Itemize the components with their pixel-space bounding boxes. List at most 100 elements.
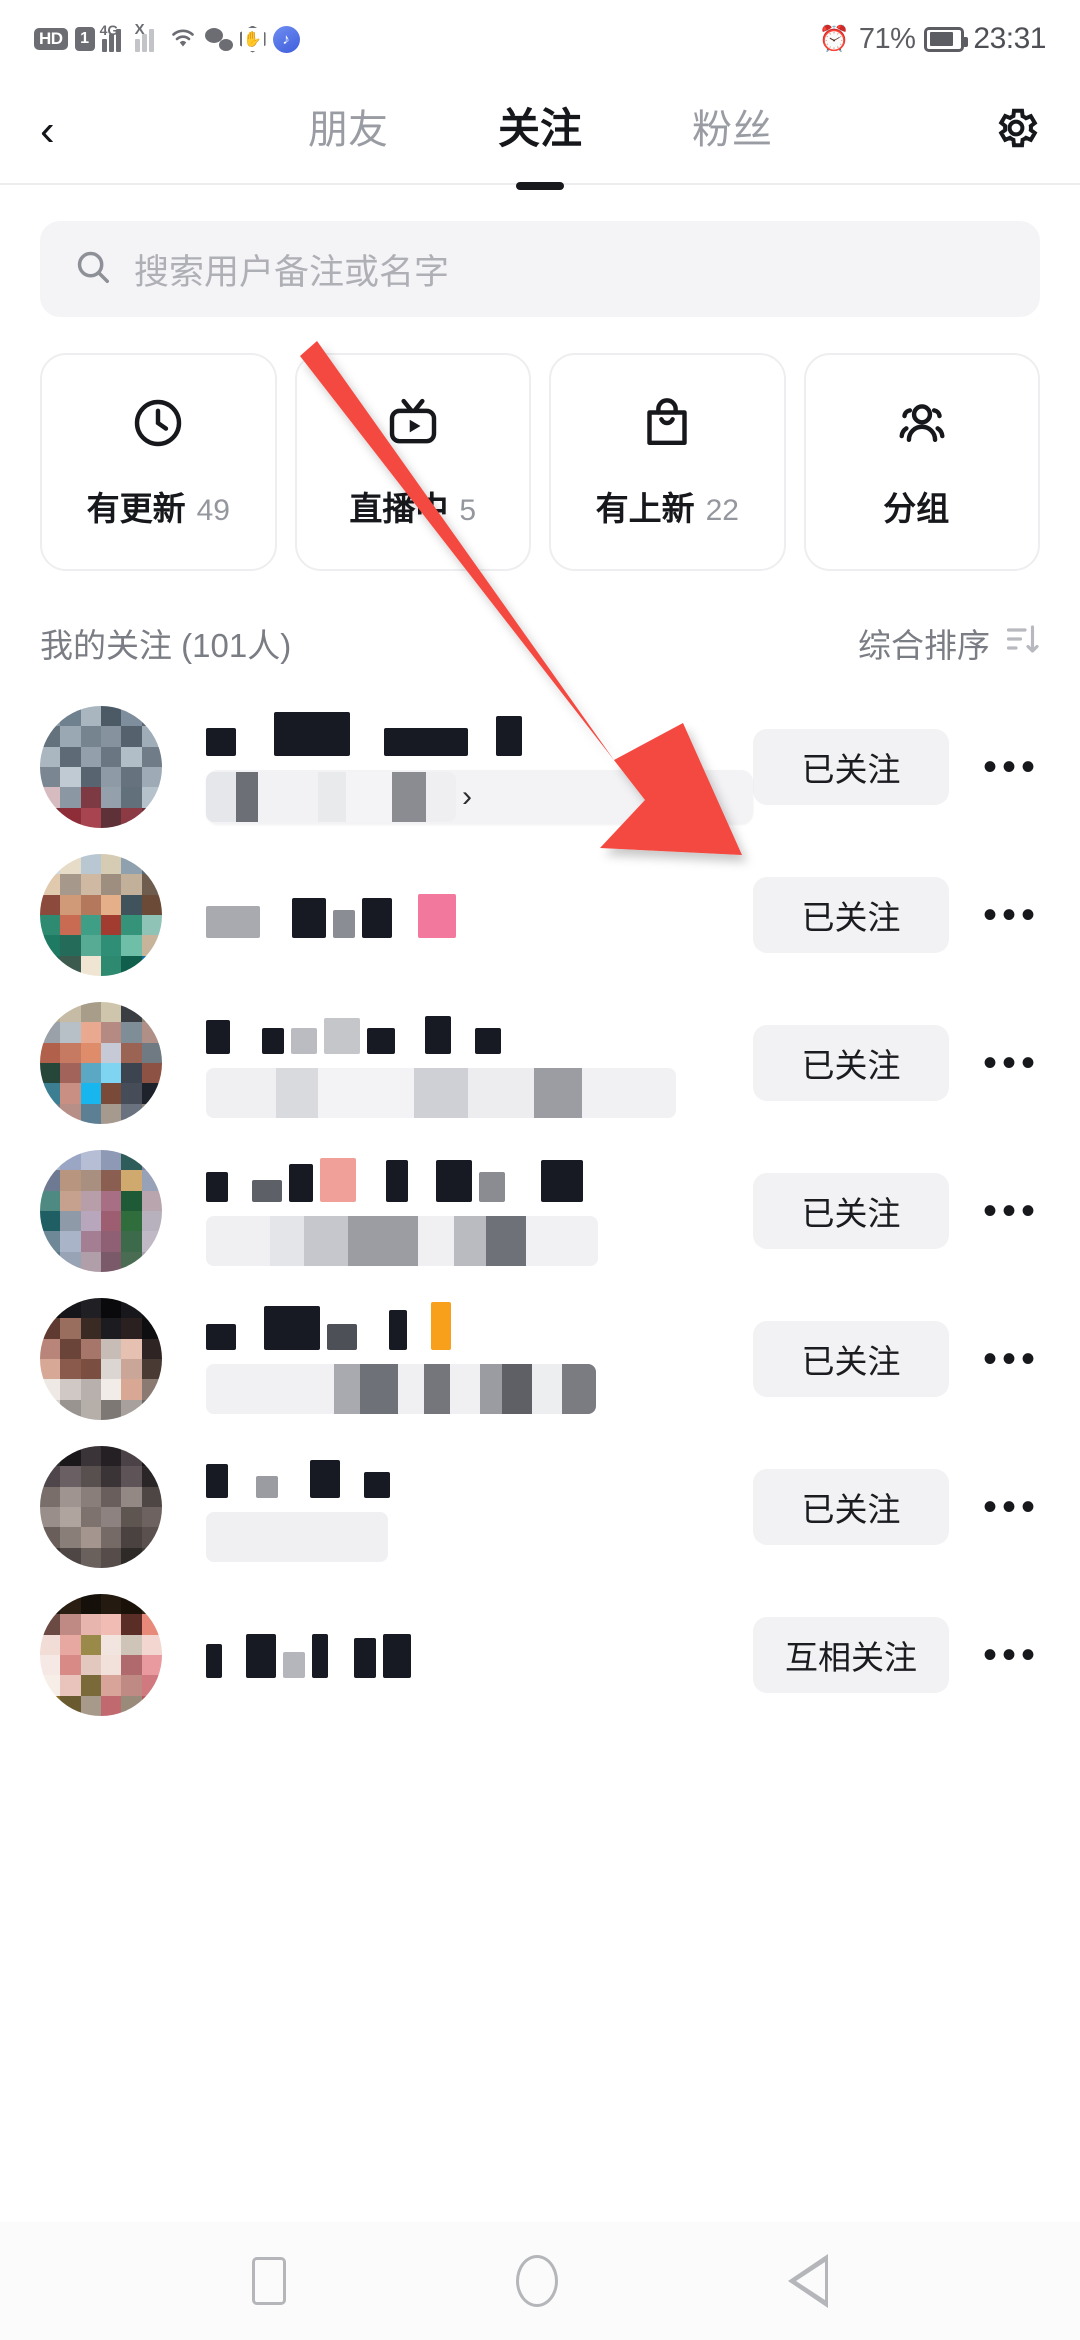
avatar[interactable]	[40, 854, 162, 976]
user-info	[162, 1452, 753, 1562]
avatar[interactable]	[40, 706, 162, 828]
follow-status-button[interactable]: 已关注	[752, 1321, 949, 1397]
status-bar: HD 1 4G X ✋ ♪ ⏰ 71% 23:31	[0, 0, 1080, 78]
avatar[interactable]	[40, 1150, 162, 1272]
username-redacted	[206, 710, 753, 756]
sim-card-icon: 1	[74, 27, 95, 51]
music-icon: ♪	[272, 25, 300, 53]
username-redacted	[206, 1302, 753, 1350]
follow-status-button[interactable]: 已关注	[752, 1173, 949, 1249]
search-input[interactable]: 搜索用户备注或名字	[40, 221, 1040, 317]
tab-following[interactable]: 关注	[498, 95, 582, 166]
live-tv-icon	[385, 395, 441, 456]
follow-status-button[interactable]: 互相关注	[752, 1617, 949, 1693]
quick-filter-cards: 有更新 49 直播中 5 有上新 22 分组	[0, 317, 1080, 571]
user-bio-redacted	[206, 1216, 598, 1266]
table-row[interactable]: 互相关注 •••	[0, 1581, 1080, 1729]
search-section: 搜索用户备注或名字	[0, 185, 1080, 317]
wifi-icon	[168, 24, 198, 54]
user-tag-redacted[interactable]: ›	[206, 770, 753, 824]
status-bar-right: ⏰ 71% 23:31	[818, 22, 1047, 56]
card-title: 直播中	[349, 489, 449, 527]
triangle-back-icon[interactable]	[788, 2254, 828, 2308]
card-label: 直播中 5	[349, 482, 476, 530]
card-live-now[interactable]: 直播中 5	[294, 353, 531, 571]
more-options-button[interactable]: •••	[983, 895, 1040, 935]
table-row[interactable]: 已关注 •••	[0, 841, 1080, 989]
username-redacted	[206, 1452, 753, 1498]
user-info	[162, 1156, 753, 1266]
square-icon[interactable]	[252, 2257, 286, 2305]
following-list[interactable]: › 已关注 ••• 已关注 ••• 已关注 ••• 已关注 ••• 已关注 ••…	[0, 693, 1080, 2113]
circle-icon[interactable]	[516, 2255, 558, 2307]
sort-label: 综合排序	[858, 627, 990, 664]
card-count: 22	[705, 493, 739, 527]
status-bar-left: HD 1 4G X ✋ ♪	[34, 21, 300, 54]
tab-fans[interactable]: 粉丝	[692, 97, 772, 165]
alarm-icon: ⏰	[818, 24, 850, 53]
user-info	[162, 1302, 753, 1414]
hd-icon: HD	[34, 28, 68, 50]
username-redacted	[206, 1632, 753, 1678]
gear-icon	[992, 104, 1040, 157]
more-options-button[interactable]: •••	[983, 1635, 1040, 1675]
hand-gesture-icon: ✋	[239, 25, 266, 53]
search-icon	[74, 248, 112, 291]
user-bio-redacted	[206, 1512, 388, 1562]
signal-no-service-icon: X	[134, 21, 161, 52]
user-bio-redacted	[206, 1364, 596, 1414]
signal-4g-icon: 4G	[100, 22, 128, 52]
more-options-button[interactable]: •••	[983, 1043, 1040, 1083]
more-options-button[interactable]: •••	[983, 1339, 1040, 1379]
user-info	[162, 892, 753, 938]
card-has-updates[interactable]: 有更新 49	[40, 353, 277, 571]
clock-time-label: 23:31	[973, 22, 1046, 55]
more-options-button[interactable]: •••	[983, 1487, 1040, 1527]
group-users-icon	[894, 395, 950, 456]
list-header: 我的关注 (101人) 综合排序	[0, 571, 1080, 693]
sort-selector[interactable]: 综合排序	[858, 619, 1040, 667]
card-title: 分组	[883, 489, 950, 527]
following-count-label: 我的关注 (101人)	[40, 627, 292, 664]
user-info	[162, 1008, 753, 1118]
table-row[interactable]: 已关注 •••	[0, 1137, 1080, 1285]
card-new-products[interactable]: 有上新 22	[549, 353, 786, 571]
avatar[interactable]	[40, 1298, 162, 1420]
more-options-button[interactable]: •••	[983, 1191, 1040, 1231]
username-redacted	[206, 1156, 753, 1202]
no-service-label: X	[134, 21, 145, 38]
card-label: 分组	[883, 482, 960, 530]
table-row[interactable]: › 已关注 •••	[0, 693, 1080, 841]
tab-friends[interactable]: 朋友	[308, 97, 388, 165]
battery-percent-label: 71%	[858, 22, 916, 55]
card-groups[interactable]: 分组	[803, 353, 1040, 571]
shopping-bag-icon	[639, 395, 695, 456]
card-count: 49	[196, 493, 230, 527]
android-navigation-bar	[0, 2222, 1080, 2340]
wechat-icon	[204, 26, 233, 52]
back-button[interactable]: ‹	[40, 108, 110, 153]
card-label: 有更新 49	[87, 482, 230, 530]
avatar[interactable]	[40, 1594, 162, 1716]
username-redacted	[206, 892, 753, 938]
more-options-button[interactable]: •••	[983, 747, 1040, 787]
card-count: 5	[459, 493, 477, 527]
table-row[interactable]: 已关注 •••	[0, 1433, 1080, 1581]
chevron-right-icon: ›	[462, 780, 472, 813]
avatar[interactable]	[40, 1002, 162, 1124]
settings-button[interactable]	[970, 104, 1040, 157]
tab-list: 朋友 关注 粉丝	[110, 95, 970, 166]
follow-status-button[interactable]: 已关注	[752, 1469, 949, 1545]
user-info: ›	[162, 710, 753, 824]
avatar[interactable]	[40, 1446, 162, 1568]
follow-status-button[interactable]: 已关注	[752, 1025, 949, 1101]
table-row[interactable]: 已关注 •••	[0, 989, 1080, 1137]
table-row[interactable]: 已关注 •••	[0, 1285, 1080, 1433]
user-bio-redacted	[206, 1068, 676, 1118]
clock-icon	[130, 395, 186, 456]
user-info	[162, 1632, 753, 1678]
card-title: 有上新	[595, 489, 695, 527]
card-label: 有上新 22	[596, 482, 739, 530]
follow-status-button[interactable]: 已关注	[752, 877, 949, 953]
follow-status-button[interactable]: 已关注	[752, 729, 949, 805]
